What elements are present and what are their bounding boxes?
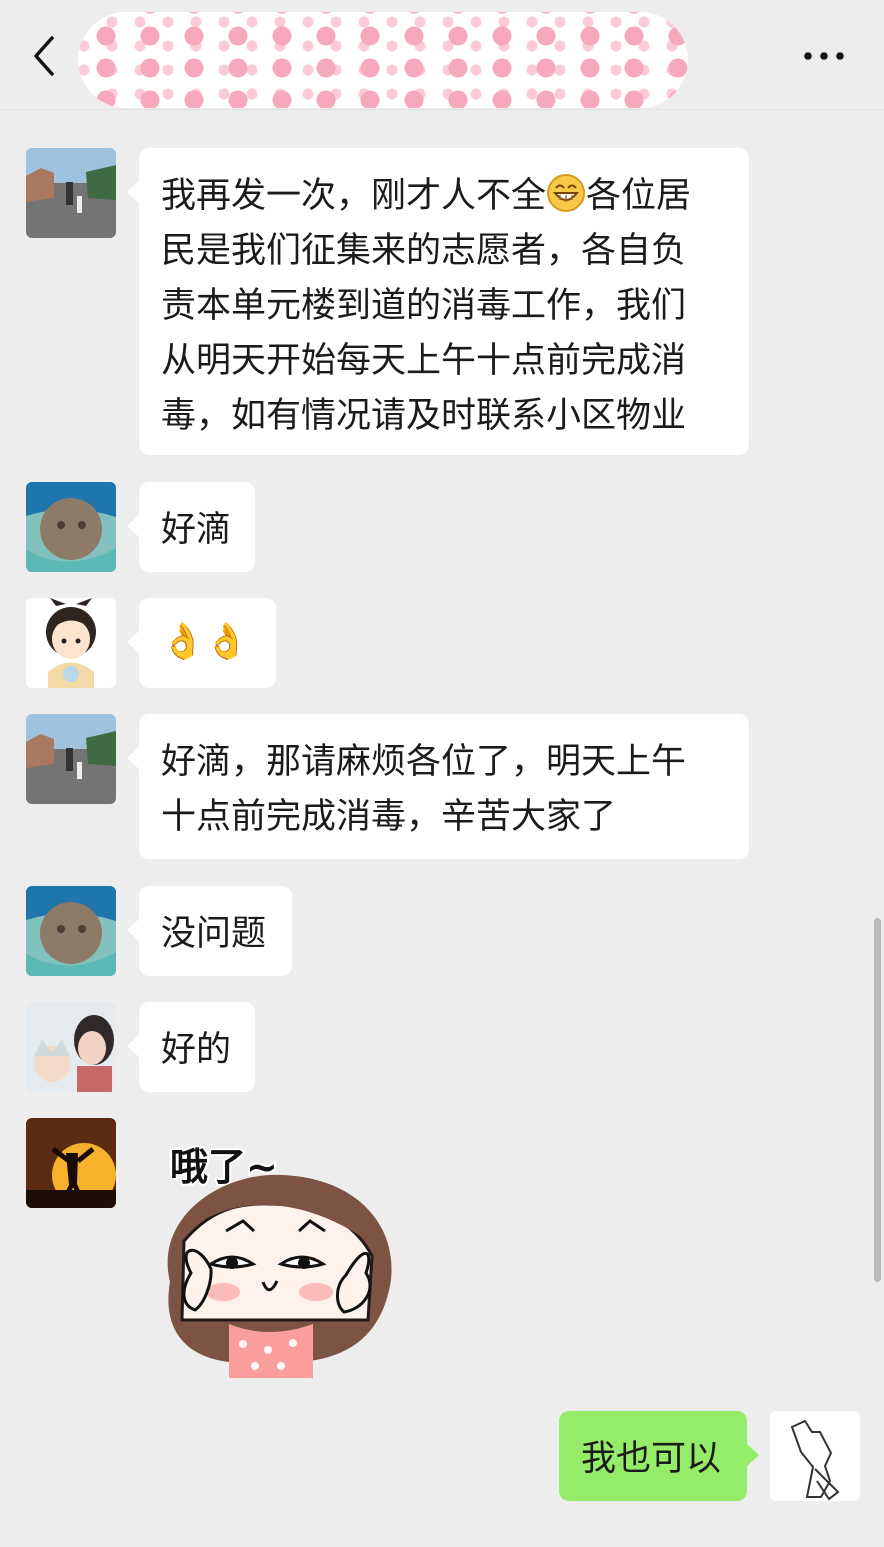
message-text: 好滴，那请麻烦各位了，明天上午	[161, 742, 687, 782]
avatar[interactable]	[26, 148, 116, 238]
message-text: 好滴	[161, 510, 232, 550]
chat-header	[0, 0, 884, 110]
scrollbar[interactable]	[874, 918, 881, 1282]
message-bubble[interactable]: 好滴，那请麻烦各位了，明天上午 十点前完成消毒，辛苦大家了	[127, 714, 749, 859]
avatar[interactable]	[26, 714, 116, 804]
grinning-emoji-icon	[547, 174, 586, 212]
message-text: 从明天开始每天上午十点前完成消	[161, 341, 687, 381]
message-text: 十点前完成消毒，辛苦大家了	[161, 797, 617, 837]
message-bubble[interactable]: 👌👌	[127, 598, 276, 688]
avatar[interactable]	[26, 598, 116, 688]
message-text: 👌👌	[161, 622, 249, 662]
sticker[interactable]: 哦了~	[142, 1130, 404, 1390]
message-text: 好的	[161, 1030, 232, 1070]
avatar[interactable]	[26, 1118, 116, 1208]
message-text: 责本单元楼到道的消毒工作，我们	[161, 286, 687, 326]
chevron-left-icon[interactable]	[22, 30, 66, 82]
message-text: 没问题	[161, 914, 267, 954]
avatar[interactable]	[26, 886, 116, 976]
ellipsis-icon[interactable]	[800, 44, 848, 68]
own-message-bubble[interactable]: 我也可以	[559, 1411, 759, 1501]
avatar[interactable]	[26, 1002, 116, 1092]
message-bubble[interactable]: 我再发一次，刚才人不全 各位居 民是我们征集来的志愿者，各自负 责本单元楼到道的消…	[127, 148, 749, 455]
message-bubble[interactable]: 没问题	[127, 886, 292, 976]
message-text: 我也可以	[581, 1439, 722, 1479]
avatar[interactable]	[26, 482, 116, 572]
message-text: 民是我们征集来的志愿者，各自负	[161, 231, 687, 271]
message-text: 各位居	[586, 176, 692, 216]
message-text: 我再发一次，刚才人不全	[161, 176, 547, 216]
message-text: 毒，如有情况请及时联系小区物业	[161, 396, 687, 436]
chat-title-redaction	[78, 12, 688, 108]
message-bubble[interactable]: 好滴	[127, 482, 255, 572]
message-bubble[interactable]: 好的	[127, 1002, 255, 1092]
avatar[interactable]	[770, 1411, 860, 1501]
